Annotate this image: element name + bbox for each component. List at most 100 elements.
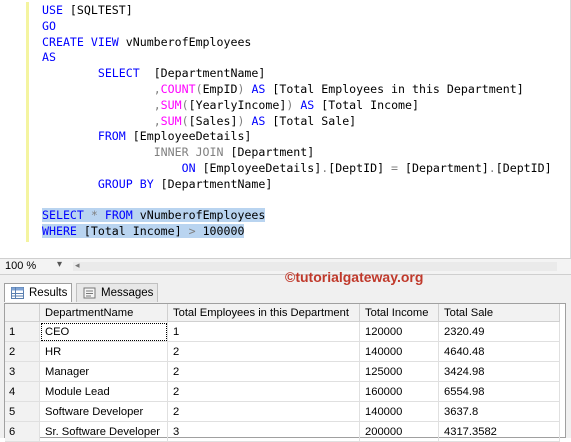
code-token: [Total Income] [83,224,189,239]
code-token: ( [195,81,203,96]
table-cell[interactable]: 2 [167,341,360,362]
code-token: FROM [104,208,140,223]
table-row[interactable]: 2 HR 2 140000 4640.48 [5,341,560,362]
row-number[interactable]: 5 [5,401,40,422]
column-header[interactable]: Total Income [359,304,439,322]
code-line[interactable]: GO [42,19,552,35]
code-token: USE [42,3,70,17]
row-number[interactable]: 3 [5,361,40,382]
code-token: GROUP BY [42,176,161,191]
code-token: SUM [160,97,182,112]
messages-icon [83,287,96,299]
row-number[interactable]: 6 [5,421,40,442]
code-token: ) [286,97,301,112]
table-cell[interactable]: 2320.49 [438,321,560,342]
table-cell[interactable]: Module Lead [39,381,168,402]
row-number[interactable]: 1 [5,321,40,342]
code-line[interactable]: ,COUNT(EmpID) AS [Total Employees in thi… [42,82,552,98]
row-number[interactable]: 2 [5,341,40,362]
code-line[interactable]: GROUP BY [DepartmentName] [42,177,552,193]
table-cell[interactable]: Sr. Software Developer [39,421,168,442]
table-cell[interactable]: 140000 [359,341,439,362]
code-token: = [391,160,406,175]
scroll-left-icon[interactable]: ◂ [75,260,80,271]
column-header[interactable]: Total Employees in this Department [167,304,360,322]
results-table: DepartmentName Total Employees in this D… [5,304,560,442]
table-cell[interactable]: Manager [39,361,168,382]
row-number[interactable]: 4 [5,381,40,402]
zoom-level[interactable]: 100 % [5,260,36,272]
code-token: AS [251,81,273,96]
code-line[interactable]: SELECT [DepartmentName] [42,66,552,82]
table-row[interactable]: 6 Sr. Software Developer 3 200000 4317.3582 [5,421,560,442]
watermark: ©tutorialgateway.org [285,269,424,285]
code-token: vNumberofEmployees [125,34,252,49]
table-cell[interactable]: 3424.98 [438,361,560,382]
tab-results-label: Results [29,287,68,299]
table-cell[interactable]: HR [39,341,168,362]
column-header[interactable]: Total Sale [438,304,560,322]
code-token: ) [237,81,252,96]
code-token: CREATE VIEW [42,34,126,49]
code-token: [DepartmentName] [153,66,266,81]
tab-messages[interactable]: Messages [76,283,158,302]
code-token: [DeptID] [328,160,392,175]
code-line[interactable]: ON [EmployeeDetails].[DeptID] = [Departm… [42,161,552,177]
table-row[interactable]: 3 Manager 2 125000 3424.98 [5,361,560,382]
table-cell[interactable]: 140000 [359,401,439,422]
code-token: ) [237,113,252,128]
table-cell[interactable]: 120000 [359,321,439,342]
table-cell[interactable]: 2 [167,401,360,422]
change-tracking-bar [26,2,29,242]
code-line[interactable]: USE [SQLTEST] [42,3,552,19]
code-token: [DeptID] [495,160,552,175]
table-cell[interactable]: 2 [167,361,360,382]
code-token: [EmployeeDetails] [132,129,252,144]
code-line[interactable]: ,SUM([YearlyIncome]) AS [Total Income] [42,98,552,114]
table-cell[interactable]: 4640.48 [438,341,560,362]
code-token: vNumberofEmployees [139,208,266,223]
sql-code[interactable]: USE [SQLTEST] GO CREATE VIEW vNumberofEmpl… [42,3,552,240]
sql-query-editor[interactable]: USE [SQLTEST] GO CREATE VIEW vNumberofEmpl… [0,0,571,258]
code-token: , [153,97,161,112]
table-cell[interactable]: 200000 [359,421,439,442]
tab-results[interactable]: Results [4,283,72,302]
code-token: AS [300,97,322,112]
code-token: WHERE [42,224,84,239]
table-row[interactable]: 5 Software Developer 2 140000 3637.8 [5,401,560,422]
code-token: [Department] [230,145,315,160]
code-token: ( [181,97,189,112]
results-grid[interactable]: DepartmentName Total Employees in this D… [4,303,566,442]
table-cell[interactable]: CEO [39,321,168,342]
code-line[interactable]: FROM [EmployeeDetails] [42,129,552,145]
code-line[interactable] [42,193,552,209]
code-token: . [488,160,496,175]
code-line[interactable]: INNER JOIN [Department] [42,145,552,161]
code-line[interactable]: ,SUM([Sales]) AS [Total Sale] [42,114,552,130]
table-cell[interactable]: 1 [167,321,360,342]
table-cell[interactable]: 2 [167,381,360,402]
code-token: SUM [160,113,182,128]
zoom-dropdown-icon[interactable]: ▾ [57,259,62,270]
results-grid-icon [11,287,24,299]
table-cell[interactable]: 6554.98 [438,381,560,402]
code-line[interactable]: WHERE [Total Income] > 100000 [42,224,552,240]
table-row[interactable]: 1 CEO 1 120000 2320.49 [5,321,560,342]
code-token: GO [42,18,56,33]
table-cell[interactable]: 3637.8 [438,401,560,422]
table-cell[interactable]: Software Developer [39,401,168,422]
code-line[interactable]: AS [42,50,552,66]
table-row[interactable]: 4 Module Lead 2 160000 6554.98 [5,381,560,402]
table-cell[interactable]: 3 [167,421,360,442]
table-cell[interactable]: 160000 [359,381,439,402]
column-header[interactable]: DepartmentName [39,304,168,322]
table-cell[interactable]: 4317.3582 [438,421,560,442]
code-token: EmpID [202,81,238,96]
table-cell[interactable]: 125000 [359,361,439,382]
code-line[interactable]: CREATE VIEW vNumberofEmployees [42,35,552,51]
code-token: FROM [42,129,133,144]
code-line[interactable]: SELECT * FROM vNumberofEmployees [42,208,552,224]
